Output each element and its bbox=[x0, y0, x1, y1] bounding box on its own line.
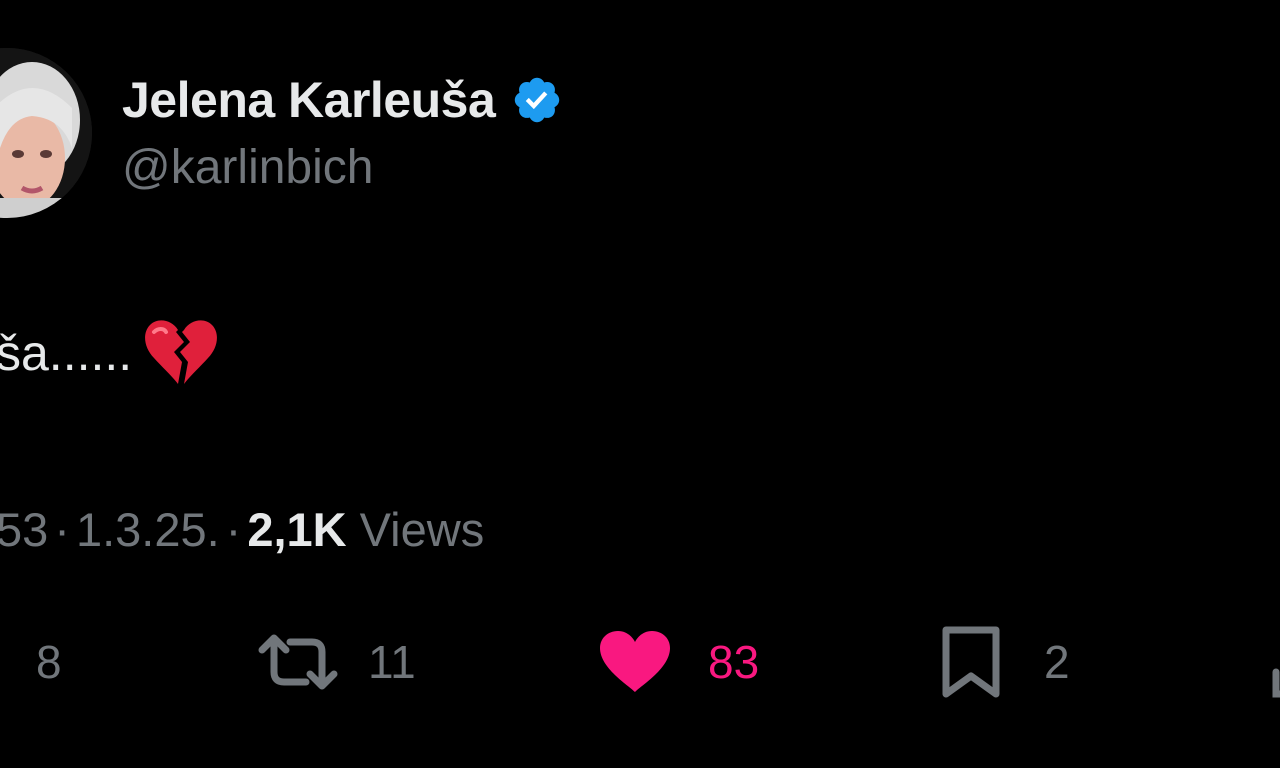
share-button[interactable] bbox=[1268, 620, 1280, 704]
repost-button[interactable]: 11 bbox=[256, 620, 416, 704]
avatar-photo bbox=[0, 48, 92, 218]
like-count: 83 bbox=[708, 636, 760, 688]
tweet-metadata: 53 · 1.3.25. · 2,1K Views bbox=[0, 502, 484, 557]
author-display-name[interactable]: Jelena Karleuša bbox=[122, 71, 496, 129]
tweet-body: ša...... bbox=[0, 318, 218, 388]
reply-button[interactable]: 8 bbox=[36, 620, 62, 704]
separator-dot: · bbox=[225, 503, 242, 556]
bookmark-button[interactable]: 2 bbox=[940, 620, 1070, 704]
tweet-detail-view: Jelena Karleuša @karlinbich ša...... 53 ·… bbox=[0, 0, 1280, 768]
repost-count: 11 bbox=[368, 636, 416, 688]
reply-count: 8 bbox=[36, 636, 62, 688]
share-icon bbox=[1268, 624, 1280, 700]
author-name-row[interactable]: Jelena Karleuša bbox=[122, 70, 563, 130]
bookmark-count: 2 bbox=[1044, 636, 1070, 688]
tweet-time[interactable]: 53 bbox=[0, 503, 48, 556]
views-label[interactable]: Views bbox=[360, 503, 485, 556]
verified-badge-icon[interactable] bbox=[511, 74, 563, 126]
broken-heart-icon bbox=[142, 318, 218, 388]
tweet-action-bar: 8 11 83 2 bbox=[0, 620, 1280, 704]
like-button[interactable]: 83 bbox=[598, 620, 759, 704]
heart-icon bbox=[598, 630, 672, 694]
views-count[interactable]: 2,1K bbox=[247, 503, 346, 556]
repost-icon bbox=[256, 630, 340, 694]
tweet-date[interactable]: 1.3.25. bbox=[76, 503, 220, 556]
separator-dot: · bbox=[54, 503, 70, 556]
author-handle[interactable]: @karlinbich bbox=[122, 140, 373, 195]
tweet-text: ša...... bbox=[0, 325, 133, 381]
avatar[interactable] bbox=[0, 48, 92, 218]
bookmark-icon bbox=[940, 624, 1002, 700]
